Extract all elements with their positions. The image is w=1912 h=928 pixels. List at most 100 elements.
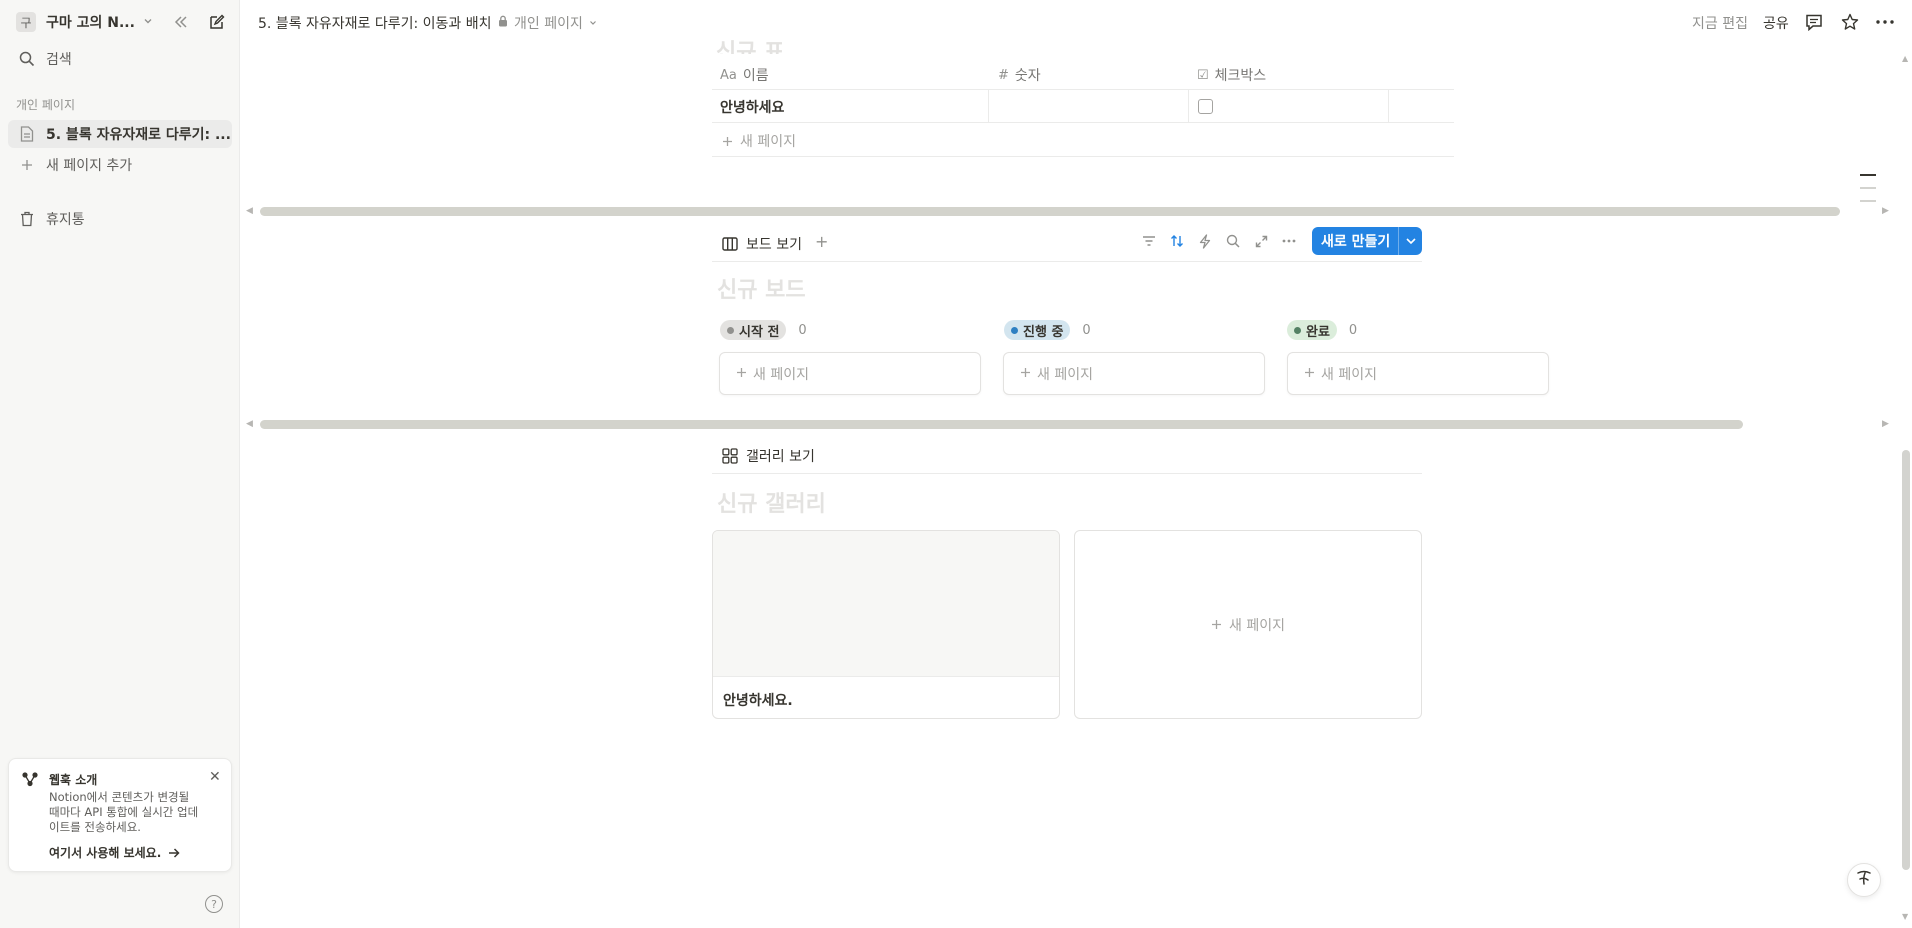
table-bottom-border [712,156,1454,157]
status-dot [1011,326,1018,334]
table-cell-name[interactable]: 안녕하세요 [720,97,784,117]
promo-title: 웹훅 소개 [49,773,98,787]
status-dot [1294,326,1301,334]
board-horizontal-scrollbar[interactable] [260,420,1743,429]
gallery-view-icon [722,448,738,464]
status-label: 시작 전 [739,324,780,340]
gallery-card-title: 안녕하세요. [723,693,793,709]
chevron-down-icon [589,19,597,27]
table-title: 신규 표 [716,40,785,54]
column-count: 0 [1348,322,1358,338]
text-property-icon: Aa [720,67,737,83]
filter-icon[interactable] [1138,230,1160,252]
gallery-card[interactable]: 안녕하세요. [712,530,1060,719]
scroll-up-arrow-icon[interactable]: ▲ [1902,54,1908,63]
expand-icon[interactable] [1250,230,1272,252]
more-options-icon[interactable] [1278,230,1300,252]
workspace-name: 구마 고의 N... [46,15,135,31]
sidebar-trash-label: 휴지통 [46,212,85,228]
column-header-number[interactable]: # 숫자 [998,65,1041,85]
promo-cta-link[interactable]: 여기서 사용해 보세요. [49,844,180,861]
status-pill: 완료 [1287,320,1337,340]
promo-cta-label: 여기서 사용해 보세요. [49,846,162,860]
board-new-card-button[interactable]: 새 페이지 [719,352,981,395]
button-divider [1398,227,1399,255]
toc-mark[interactable] [1860,187,1876,189]
notion-ai-button[interactable] [1847,863,1881,897]
column-header-label: 숫자 [1014,68,1041,84]
trash-icon [16,208,38,230]
ai-face-icon [1855,869,1873,892]
table-cell-checkbox[interactable] [1198,99,1213,114]
tab-gallery-view-label: 갤러리 보기 [746,449,815,465]
board-toolbar [1138,230,1300,252]
gallery-new-card-button[interactable]: 새 페이지 [1074,530,1422,719]
collapse-sidebar-icon[interactable] [170,11,192,33]
column-header-label: 체크박스 [1214,68,1267,84]
scroll-down-arrow-icon[interactable]: ▼ [1902,912,1908,921]
sidebar-item-current-page[interactable]: 5. 블록 자유자재로 다루기: ... [8,120,232,148]
comment-icon[interactable] [1803,11,1825,33]
promo-body: Notion에서 콘텐츠가 변경될 때마다 API 통합에 실시간 업데이트를 … [49,790,199,834]
scroll-right-arrow-icon[interactable]: ▶ [1882,206,1889,216]
sidebar-section-private: 개인 페이지 [16,98,76,112]
table-new-row-label: 새 페이지 [740,134,796,150]
column-divider [1188,90,1189,123]
board-new-card-label: 새 페이지 [753,366,809,383]
status-pill: 시작 전 [720,320,787,340]
sidebar-add-page[interactable]: 새 페이지 추가 [8,151,232,179]
table-header: Aa 이름 # 숫자 ☑ 체크박스 [712,60,1454,90]
board-view-icon [722,237,738,251]
table-row[interactable]: 안녕하세요 [712,90,1454,123]
status-dot [727,326,734,334]
number-property-icon: # [998,67,1009,83]
tab-gallery-view[interactable]: 갤러리 보기 [722,446,815,466]
tab-board-view-label: 보드 보기 [746,237,802,253]
board-new-card-label: 새 페이지 [1037,366,1093,383]
board-column-header[interactable]: 시작 전 0 [720,320,807,340]
scroll-left-arrow-icon[interactable]: ◀ [246,419,253,429]
column-header-checkbox[interactable]: ☑ 체크박스 [1197,65,1266,85]
plus-icon [16,154,38,176]
sidebar-search[interactable]: 검색 [8,45,232,73]
arrow-right-icon [168,847,180,858]
scroll-right-arrow-icon[interactable]: ▶ [1882,419,1889,429]
privacy-indicator[interactable]: 개인 페이지 [498,13,597,33]
board-new-card-button[interactable]: 새 페이지 [1003,352,1265,395]
topbar: 5. 블록 자유자재로 다루기: 이동과 배치 개인 페이지 지금 편집 공유 [240,0,1912,44]
board-column-header[interactable]: 진행 중 0 [1004,320,1091,340]
board-new-card-button[interactable]: 새 페이지 [1287,352,1549,395]
toc-mark-active[interactable] [1860,174,1876,176]
sidebar-item-label: 5. 블록 자유자재로 다루기: ... [46,127,231,143]
column-count: 0 [798,322,807,338]
automation-icon[interactable] [1194,230,1216,252]
search-icon[interactable] [1222,230,1244,252]
board-title: 신규 보드 [717,278,806,303]
breadcrumb-page-title[interactable]: 5. 블록 자유자재로 다루기: 이동과 배치 [258,13,492,33]
toc-mark[interactable] [1860,200,1876,202]
help-button[interactable]: ? [205,895,223,913]
table-horizontal-scrollbar[interactable] [260,207,1840,216]
new-item-button[interactable]: 새로 만들기 [1312,227,1422,255]
sort-icon[interactable] [1166,230,1188,252]
new-page-icon[interactable] [205,11,227,33]
tab-board-view[interactable]: 보드 보기 [722,234,802,254]
sidebar-add-page-label: 새 페이지 추가 [46,158,133,174]
sidebar-search-label: 검색 [46,52,72,68]
board-column-header[interactable]: 완료 0 [1287,320,1357,340]
column-header-name[interactable]: Aa 이름 [720,65,769,85]
table-new-row-button[interactable]: 새 페이지 [722,131,796,151]
gallery-new-card-label: 새 페이지 [1229,617,1285,634]
chevron-down-icon[interactable] [1404,231,1418,255]
close-icon[interactable]: ✕ [209,769,221,785]
more-options-icon[interactable] [1874,11,1896,33]
sidebar: 구 구마 고의 N... 검색 개인 페이지 5. 블록 자유자재로 다루기: … [0,0,240,928]
workspace-switcher[interactable]: 구 구마 고의 N... [10,10,230,34]
scroll-left-arrow-icon[interactable]: ◀ [246,206,253,216]
status-pill: 진행 중 [1004,320,1071,340]
sidebar-trash[interactable]: 휴지통 [8,205,232,233]
add-view-icon[interactable]: + [815,232,828,251]
share-button[interactable]: 공유 [1763,13,1789,33]
star-icon[interactable] [1839,11,1861,33]
page-vertical-scrollbar-thumb[interactable] [1902,450,1910,870]
